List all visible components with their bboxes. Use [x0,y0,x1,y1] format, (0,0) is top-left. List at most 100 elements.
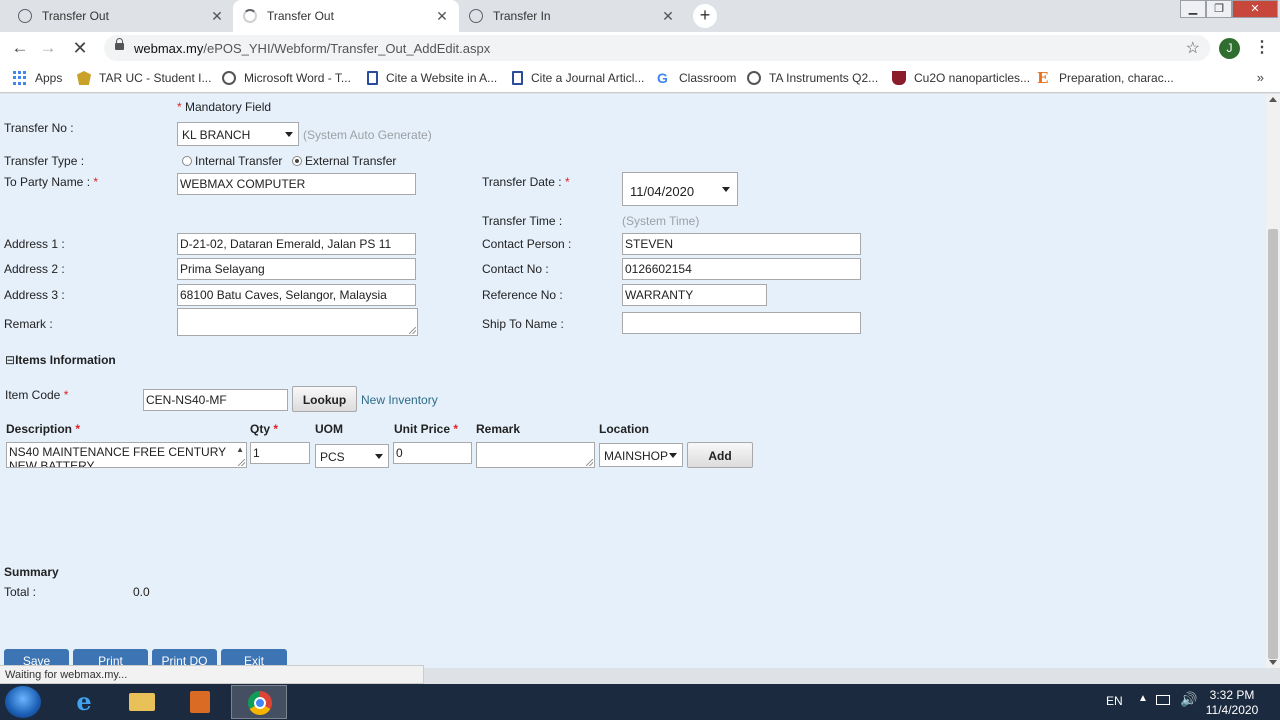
network-icon[interactable] [1156,695,1170,705]
bookmark-cite-website[interactable]: Cite a Website in A... [367,70,497,86]
transfer-date-picker[interactable]: 11/04/2020 [622,172,738,206]
clock-date: 11/4/2020 [1205,703,1259,717]
bookmark-classroom[interactable]: G Classroom [657,70,736,86]
tab-transfer-out-1[interactable]: Transfer Out ✕ [8,0,234,32]
windows-start-button[interactable] [5,686,41,718]
resize-handle-icon[interactable] [238,459,245,466]
media-player-icon [190,691,210,713]
ship-to-label: Ship To Name : [482,317,564,331]
citation-icon [367,71,378,85]
to-party-input[interactable]: WEBMAX COMPUTER [177,173,416,195]
back-arrow-icon[interactable]: ← [9,37,31,59]
transfer-type-external-radio[interactable]: External Transfer [292,154,396,168]
tab-strip: Transfer Out ✕ Transfer Out ✕ Transfer I… [0,0,1280,33]
col-header-unit-price: Unit Price * [394,422,459,436]
language-indicator[interactable]: EN [1106,694,1123,708]
minimize-button[interactable]: ▁ [1180,0,1206,18]
transfer-no-hint: (System Auto Generate) [303,128,432,142]
location-value: MAINSHOP [604,449,669,463]
uom-value: PCS [320,450,345,464]
address2-input[interactable]: Prima Selayang [177,258,416,280]
taskbar-clock[interactable]: 3:32 PM 11/4/2020 [1200,688,1264,718]
loading-spinner-icon [243,9,257,23]
transfer-date-value: 11/04/2020 [630,184,695,199]
ship-to-input[interactable] [622,312,861,334]
address-bar[interactable]: webmax.my/ePOS_YHI/Webform/Transfer_Out_… [104,35,1210,61]
profile-avatar[interactable]: J [1219,38,1240,59]
contact-person-input[interactable]: STEVEN [622,233,861,255]
location-select[interactable]: MAINSHOP [599,443,683,467]
taskbar-chrome[interactable] [231,685,287,719]
scroll-down-icon[interactable] [1269,660,1277,665]
bookmark-label: TA Instruments Q2... [769,71,879,85]
items-section-header[interactable]: ⊟Items Information [5,353,116,367]
bookmark-microsoft-word[interactable]: Microsoft Word - T... [222,70,351,86]
bookmark-preparation[interactable]: E Preparation, charac... [1037,70,1174,86]
item-remark-textarea[interactable] [476,442,595,468]
window-close-button[interactable]: ✕ [1232,0,1278,18]
uom-select[interactable]: PCS [315,444,389,468]
forward-arrow-icon[interactable]: → [37,37,59,59]
item-code-input[interactable]: CEN-NS40-MF [143,389,288,411]
bookmark-apps[interactable]: Apps [13,70,62,86]
address1-input[interactable]: D-21-02, Dataran Emerald, Jalan PS 11 [177,233,416,255]
new-inventory-link[interactable]: New Inventory [361,393,438,407]
contact-no-input[interactable]: 0126602154 [622,258,861,280]
scroll-up-icon[interactable]: ▲ [236,443,244,457]
contact-person-label: Contact Person : [482,237,572,251]
stop-loading-icon[interactable]: ✕ [69,37,91,59]
kebab-menu-icon[interactable]: ⋮ [1254,37,1270,57]
scroll-thumb[interactable] [1268,229,1278,659]
resize-handle-icon[interactable] [586,459,593,466]
close-icon[interactable]: ✕ [210,8,224,25]
page-content: * Mandatory Field Transfer No : KL BRANC… [0,94,1266,668]
browser-toolbar: ← → ✕ webmax.my/ePOS_YHI/Webform/Transfe… [0,32,1280,63]
close-icon[interactable]: ✕ [435,8,449,25]
qty-input[interactable]: 1 [250,442,310,464]
resize-handle-icon[interactable] [409,327,416,334]
reference-no-input[interactable]: WARRANTY [622,284,767,306]
add-item-button[interactable]: Add [687,442,753,468]
bookmark-label: Microsoft Word - T... [244,71,351,85]
bookmark-cite-journal[interactable]: Cite a Journal Articl... [512,70,644,86]
address2-label: Address 2 : [4,262,65,276]
tab-transfer-out-2[interactable]: Transfer Out ✕ [233,0,459,32]
url-text[interactable]: webmax.my/ePOS_YHI/Webform/Transfer_Out_… [134,41,490,56]
show-hidden-icons-icon[interactable]: ▲ [1138,693,1148,704]
globe-icon [469,9,483,23]
address1-label: Address 1 : [4,237,65,251]
taskbar-internet-explorer[interactable]: e [56,685,112,719]
taskbar-file-explorer[interactable] [114,685,170,719]
taskbar-media-player[interactable] [172,685,228,719]
total-value: 0.0 [133,585,150,599]
transfer-no-select[interactable]: KL BRANCH [177,122,299,146]
globe-icon [18,9,32,23]
page-scrollbar[interactable] [1266,94,1280,668]
speaker-icon[interactable]: 🔊 [1180,691,1197,708]
col-header-remark: Remark [476,422,521,436]
bookmark-star-icon[interactable]: ☆ [1186,38,1200,58]
chevron-right-icon[interactable]: » [1257,70,1264,85]
clock-time: 3:32 PM [1209,688,1255,702]
bookmark-tar-uc[interactable]: TAR UC - Student I... [77,70,211,86]
close-icon[interactable]: ✕ [661,8,675,25]
description-textarea[interactable]: NS40 MAINTENANCE FREE CENTURY NEW BATTER… [6,442,247,468]
scroll-up-icon[interactable] [1269,97,1277,102]
tab-transfer-in[interactable]: Transfer In ✕ [459,0,685,32]
transfer-type-internal-radio[interactable]: Internal Transfer [182,154,282,168]
bookmark-cu2o[interactable]: Cu2O nanoparticles... [892,70,1030,86]
maximize-button[interactable]: ❐ [1206,0,1232,18]
citation-icon [512,71,523,85]
lookup-button[interactable]: Lookup [292,386,357,412]
unit-price-input[interactable]: 0 [393,442,472,464]
bookmark-label: Classroom [679,71,737,85]
folder-icon [129,693,155,711]
bookmark-ta-instruments[interactable]: TA Instruments Q2... [747,70,878,86]
transfer-time-label: Transfer Time : [482,214,563,228]
address3-input[interactable]: 68100 Batu Caves, Selangor, Malaysia [177,284,416,306]
collapse-icon[interactable]: ⊟ [5,353,15,367]
remark-label: Remark : [4,317,53,331]
new-tab-button[interactable]: + [693,4,717,28]
bookmark-label: Apps [35,71,63,85]
remark-textarea[interactable] [177,308,418,336]
